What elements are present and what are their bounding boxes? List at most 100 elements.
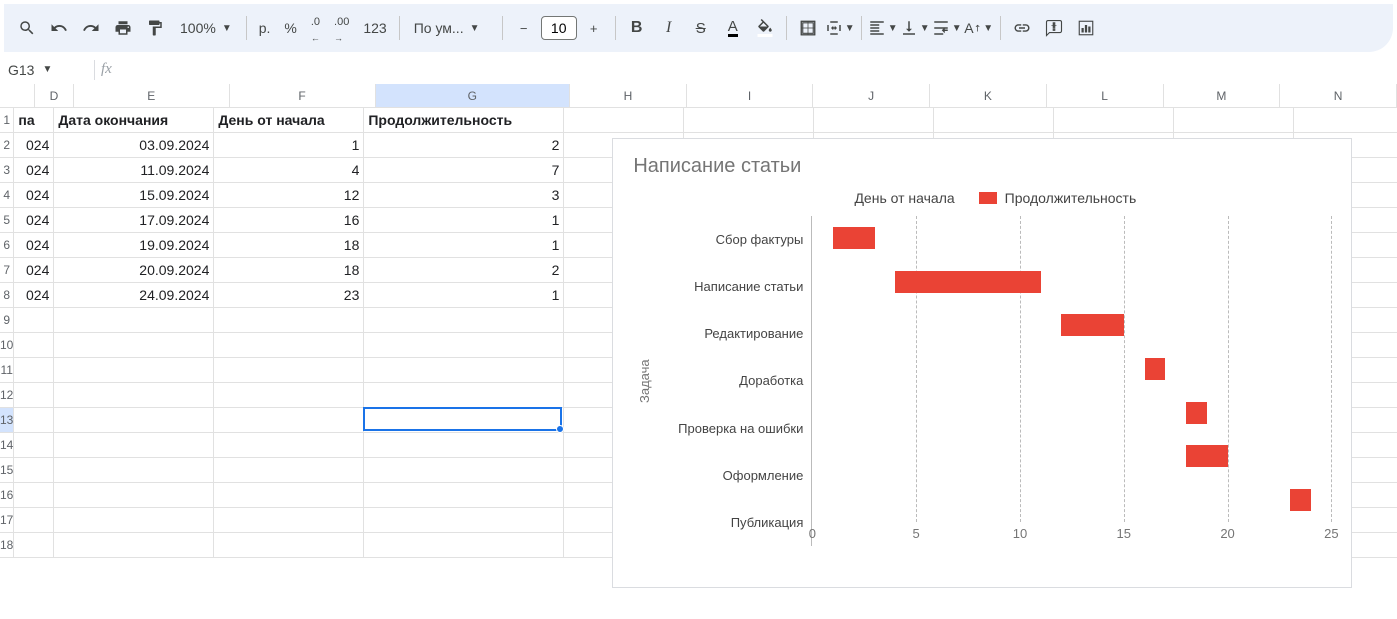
cell-G3[interactable]: 7 xyxy=(364,158,564,183)
cell-E13[interactable] xyxy=(54,408,214,433)
v-align-button[interactable]: ▼ xyxy=(900,13,930,43)
cell-F6[interactable]: 18 xyxy=(214,233,364,258)
col-header-L[interactable]: L xyxy=(1047,84,1164,107)
cell-G1[interactable]: Продолжительность xyxy=(364,108,564,133)
cell-G15[interactable] xyxy=(364,458,564,483)
col-header-F[interactable]: F xyxy=(230,84,376,107)
cell-F5[interactable]: 16 xyxy=(214,208,364,233)
cell-D15[interactable] xyxy=(14,458,54,483)
text-color-button[interactable]: A xyxy=(718,13,748,43)
cell-E17[interactable] xyxy=(54,508,214,533)
name-box[interactable]: G13▼ xyxy=(8,62,88,78)
cell-G6[interactable]: 1 xyxy=(364,233,564,258)
cell-E15[interactable] xyxy=(54,458,214,483)
select-all-corner[interactable] xyxy=(0,84,35,107)
cell-F14[interactable] xyxy=(214,433,364,458)
cell-E12[interactable] xyxy=(54,383,214,408)
cell-E10[interactable] xyxy=(54,333,214,358)
cell-F17[interactable] xyxy=(214,508,364,533)
cell-E4[interactable]: 15.09.2024 xyxy=(54,183,214,208)
cell-G17[interactable] xyxy=(364,508,564,533)
col-header-D[interactable]: D xyxy=(35,84,74,107)
row-header-15[interactable]: 15 xyxy=(0,458,14,483)
cell-E8[interactable]: 24.09.2024 xyxy=(54,283,214,308)
wrap-button[interactable]: ▼ xyxy=(932,13,962,43)
font-size-input[interactable] xyxy=(541,16,577,40)
print-icon[interactable] xyxy=(108,13,138,43)
col-header-K[interactable]: K xyxy=(930,84,1047,107)
cell-F8[interactable]: 23 xyxy=(214,283,364,308)
row-header-17[interactable]: 17 xyxy=(0,508,14,533)
row-header-4[interactable]: 4 xyxy=(0,183,14,208)
cell-D13[interactable] xyxy=(14,408,54,433)
cell-E2[interactable]: 03.09.2024 xyxy=(54,133,214,158)
cell-G7[interactable]: 2 xyxy=(364,258,564,283)
cell-G8[interactable]: 1 xyxy=(364,283,564,308)
cell-D14[interactable] xyxy=(14,433,54,458)
cell-F13[interactable] xyxy=(214,408,364,433)
cell-F1[interactable]: День от начала xyxy=(214,108,364,133)
cell-G16[interactable] xyxy=(364,483,564,508)
cell-F12[interactable] xyxy=(214,383,364,408)
chart-button[interactable] xyxy=(1071,13,1101,43)
increase-decimal-button[interactable]: .00→ xyxy=(328,12,355,44)
cell-M1[interactable] xyxy=(1174,108,1294,133)
cell-E9[interactable] xyxy=(54,308,214,333)
col-header-N[interactable]: N xyxy=(1280,84,1397,107)
cell-E1[interactable]: Дата окончания xyxy=(54,108,214,133)
cell-D6[interactable]: 024 xyxy=(14,233,54,258)
row-header-18[interactable]: 18 xyxy=(0,533,14,558)
cell-D4[interactable]: 024 xyxy=(14,183,54,208)
cell-F15[interactable] xyxy=(214,458,364,483)
cell-D18[interactable] xyxy=(14,533,54,558)
font-select[interactable]: По ум...▼ xyxy=(406,20,496,36)
cell-F9[interactable] xyxy=(214,308,364,333)
cell-D2[interactable]: 024 xyxy=(14,133,54,158)
currency-button[interactable]: р. xyxy=(253,20,277,36)
merge-button[interactable]: ▼ xyxy=(825,13,855,43)
row-header-7[interactable]: 7 xyxy=(0,258,14,283)
cell-E18[interactable] xyxy=(54,533,214,558)
row-header-11[interactable]: 11 xyxy=(0,358,14,383)
row-header-13[interactable]: 13 xyxy=(0,408,14,433)
cell-E14[interactable] xyxy=(54,433,214,458)
redo-icon[interactable] xyxy=(76,13,106,43)
cell-G4[interactable]: 3 xyxy=(364,183,564,208)
col-header-J[interactable]: J xyxy=(813,84,930,107)
cell-F11[interactable] xyxy=(214,358,364,383)
cell-D17[interactable] xyxy=(14,508,54,533)
embedded-chart[interactable]: Написание статьи День от начала Продолжи… xyxy=(612,138,1352,588)
cell-N1[interactable] xyxy=(1294,108,1397,133)
col-header-G[interactable]: G xyxy=(376,84,571,107)
undo-icon[interactable] xyxy=(44,13,74,43)
cell-D7[interactable]: 024 xyxy=(14,258,54,283)
cell-D3[interactable]: 024 xyxy=(14,158,54,183)
cell-D8[interactable]: 024 xyxy=(14,283,54,308)
cell-F3[interactable]: 4 xyxy=(214,158,364,183)
cell-G14[interactable] xyxy=(364,433,564,458)
row-header-5[interactable]: 5 xyxy=(0,208,14,233)
borders-button[interactable] xyxy=(793,13,823,43)
comment-button[interactable]: + xyxy=(1039,13,1069,43)
cell-G13[interactable] xyxy=(364,408,564,433)
zoom-select[interactable]: 100%▼ xyxy=(172,20,240,36)
cell-H1[interactable] xyxy=(564,108,684,133)
decrease-size-button[interactable]: − xyxy=(509,13,539,43)
row-header-12[interactable]: 12 xyxy=(0,383,14,408)
row-header-8[interactable]: 8 xyxy=(0,283,14,308)
col-header-H[interactable]: H xyxy=(570,84,687,107)
cell-G9[interactable] xyxy=(364,308,564,333)
row-header-9[interactable]: 9 xyxy=(0,308,14,333)
cell-E5[interactable]: 17.09.2024 xyxy=(54,208,214,233)
h-align-button[interactable]: ▼ xyxy=(868,13,898,43)
row-header-16[interactable]: 16 xyxy=(0,483,14,508)
row-header-2[interactable]: 2 xyxy=(0,133,14,158)
cell-F10[interactable] xyxy=(214,333,364,358)
bold-button[interactable]: B xyxy=(622,13,652,43)
cell-E3[interactable]: 11.09.2024 xyxy=(54,158,214,183)
cells-area[interactable]: паДата окончанияДень от началаПродолжите… xyxy=(14,108,1397,558)
cell-D10[interactable] xyxy=(14,333,54,358)
cell-D5[interactable]: 024 xyxy=(14,208,54,233)
more-formats-button[interactable]: 123 xyxy=(357,20,392,36)
cell-L1[interactable] xyxy=(1054,108,1174,133)
